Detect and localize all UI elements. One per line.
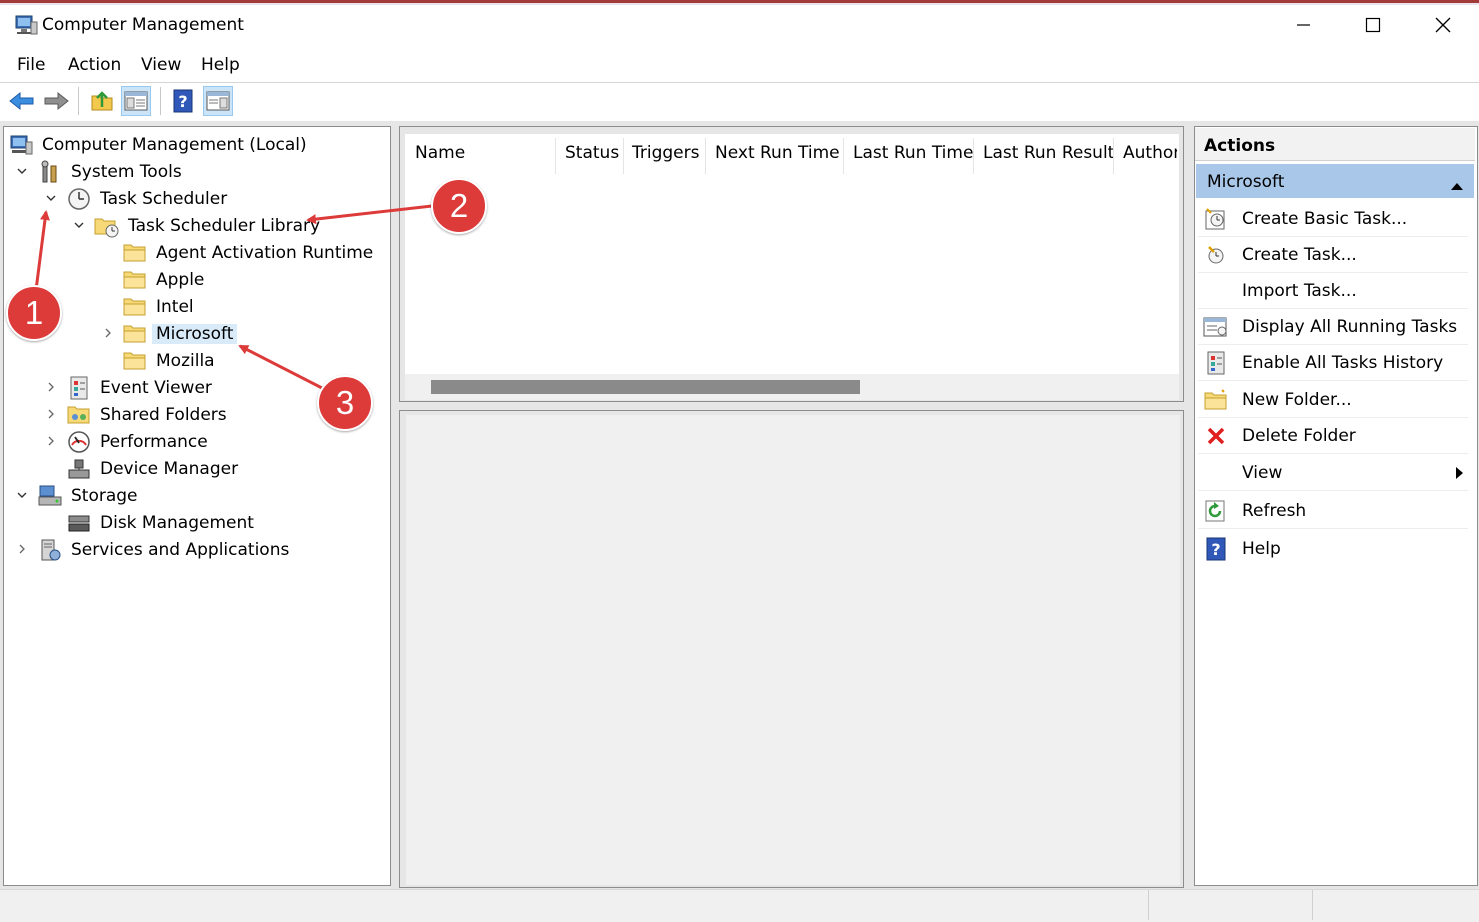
annotation-arrows [34, 204, 433, 390]
annotation-arrow-3 [238, 344, 323, 390]
callout-1: 1 [6, 285, 62, 341]
callout-3: 3 [317, 375, 373, 431]
callout-2: 2 [431, 178, 487, 234]
annotation-arrow-2 [306, 204, 433, 225]
annotation-arrow-1 [34, 210, 50, 291]
